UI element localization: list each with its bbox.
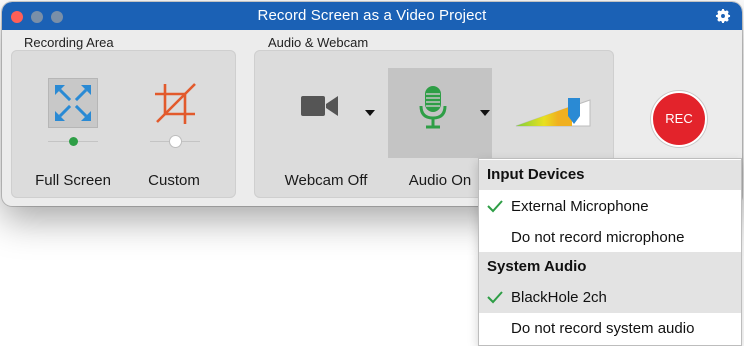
volume-slider-icon[interactable]: [514, 96, 594, 132]
fullscreen-icon-frame: [48, 78, 98, 128]
menu-item-no-system-audio[interactable]: Do not record system audio: [479, 313, 741, 344]
menu-item-label: Do not record microphone: [511, 229, 685, 246]
checkmark-icon: [487, 291, 503, 304]
menu-item-label: Do not record system audio: [511, 320, 695, 337]
custom-unselected-dot: [170, 136, 181, 147]
video-camera-icon: [301, 96, 338, 116]
crop-icon: [155, 83, 196, 124]
fullscreen-arrows-icon: [55, 85, 91, 121]
audio-dropdown-chevron-icon[interactable]: [480, 110, 490, 116]
window-title: Record Screen as a Video Project: [257, 7, 487, 24]
menu-item-no-microphone[interactable]: Do not record microphone: [479, 222, 741, 253]
menu-item-label: BlackHole 2ch: [511, 289, 607, 306]
recording-area-label: Recording Area: [24, 35, 114, 50]
menu-item-blackhole-2ch[interactable]: BlackHole 2ch: [479, 282, 741, 313]
audio-label: Audio On: [408, 172, 472, 189]
audio-webcam-label: Audio & Webcam: [268, 35, 369, 50]
checkmark-icon: [487, 200, 503, 213]
webcam-label: Webcam Off: [284, 172, 368, 189]
fullscreen-selected-dot: [69, 137, 78, 146]
system-audio-header: System Audio: [479, 252, 741, 282]
rec-button[interactable]: REC: [651, 91, 707, 147]
webcam-toggle[interactable]: [284, 84, 364, 128]
audio-toggle[interactable]: [388, 68, 492, 158]
input-devices-header: Input Devices: [479, 160, 741, 190]
microphone-icon: [419, 86, 447, 129]
fullscreen-label: Full Screen: [35, 172, 111, 189]
custom-label: Custom: [148, 172, 200, 189]
menu-item-external-microphone[interactable]: External Microphone: [479, 191, 741, 222]
title-bar: Record Screen as a Video Project: [2, 2, 742, 30]
audio-source-menu: Input Devices External Microphone Do not…: [478, 158, 742, 346]
gear-icon[interactable]: [714, 7, 732, 25]
webcam-dropdown-chevron-icon[interactable]: [365, 110, 375, 116]
menu-item-label: External Microphone: [511, 198, 649, 215]
